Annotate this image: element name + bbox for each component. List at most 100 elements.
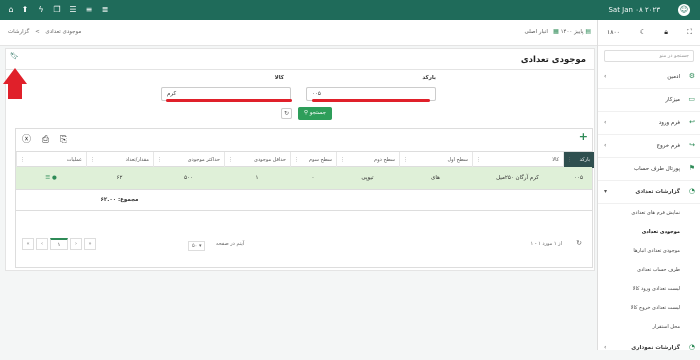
warehouse-icon: ▤: [585, 28, 591, 35]
home-icon[interactable]: ⌂: [6, 5, 16, 15]
filter-icon[interactable]: ≡: [84, 5, 94, 15]
reset-button[interactable]: ↻: [281, 108, 292, 119]
expand-icon[interactable]: ⛶: [687, 28, 692, 37]
copy-icon[interactable]: ❐: [52, 5, 62, 15]
prev-page-button[interactable]: ‹: [36, 238, 48, 250]
chevron-left-icon: ‹: [604, 142, 607, 149]
sidebar-item-label: میزکار: [665, 97, 680, 103]
breadcrumb-bar: موجودی تعدادی > گزارشات پاییز ۱۴۰۰ ▦ انب…: [0, 20, 597, 46]
warehouse-label[interactable]: انبار اصلی: [524, 29, 547, 35]
sidebar-item-label: پورتال طرف حساب: [633, 166, 680, 172]
add-button[interactable]: +: [579, 130, 588, 143]
print-icon[interactable]: ⎘: [60, 135, 67, 145]
pdf-icon[interactable]: ⎙: [42, 135, 49, 145]
sidebar-number: ۱۸۰۰: [607, 29, 620, 36]
cell-min: ۱: [255, 175, 259, 181]
sidebar-subitem[interactable]: لیست تعدادی خروج کالا: [598, 299, 700, 318]
sidebar-subitem[interactable]: طرف حساب تعدادی: [598, 261, 700, 280]
period-label[interactable]: پاییز ۱۴۰۰: [561, 29, 584, 35]
sidebar-subitem-active[interactable]: موجودی تعدادی: [598, 223, 700, 242]
user-avatar-icon[interactable]: ☺: [678, 4, 690, 16]
cell-level3: ۰: [311, 175, 315, 181]
column-header-actions[interactable]: ⋮ عملیات: [16, 152, 86, 168]
column-header-qty[interactable]: ⋮ مقدار/تعداد: [86, 152, 153, 168]
refresh-icon[interactable]: ↻: [576, 239, 582, 247]
gear-icon: ⚙: [688, 72, 695, 80]
first-page-button[interactable]: «: [22, 238, 34, 250]
column-header-max[interactable]: ⋮ حداکثر موجودی: [153, 152, 224, 168]
bolt-icon[interactable]: ϟ: [36, 5, 46, 15]
table-panel: ⓧ ⎙ ⎘ + ⋮ بارکد ⋮ کالا ⋮ سطح اول ⋮ سطح دوم ⋮…: [15, 128, 594, 268]
sidebar-subitem[interactable]: لیست تعدادی ورود کالا: [598, 280, 700, 299]
sidebar-subitem-label: موجودی تعدادی انبارها: [633, 248, 680, 254]
breadcrumb-current[interactable]: موجودی تعدادی: [45, 29, 81, 35]
menu-icon[interactable]: ≣: [100, 5, 110, 15]
sidebar-subitem[interactable]: محل استقرار: [598, 318, 700, 337]
sidebar-item-chart-reports[interactable]: ◔ گزارشات نموداری ‹: [598, 337, 700, 360]
column-menu-icon[interactable]: ⋮: [403, 152, 408, 168]
main-card: 🔖︎ موجودی تعدادی بارکد ۰۰۵ کالا کرم ↻ ⚲ …: [5, 48, 595, 271]
column-menu-icon[interactable]: ⋮: [476, 152, 481, 168]
sidebar-item-desk[interactable]: ▭ میزکار: [598, 89, 700, 112]
column-menu-icon[interactable]: ⋮: [90, 152, 95, 168]
column-menu-icon[interactable]: ⋮: [157, 152, 162, 168]
sidebar-subitem-label: نمایش فرم های تعدادی: [631, 210, 680, 216]
sidebar-item-portal[interactable]: ⚑ پورتال طرف حساب: [598, 158, 700, 181]
table-header: ⋮ بارکد ⋮ کالا ⋮ سطح اول ⋮ سطح دوم ⋮ سطح سوم …: [16, 151, 594, 168]
annotation-underline: [166, 99, 292, 102]
cell-qty: ۶۲: [116, 175, 123, 181]
sidebar-search-input[interactable]: جستجو در منو: [604, 50, 694, 62]
cell-product: کرم آرگان ۲۵۰میل: [496, 175, 539, 181]
column-menu-icon[interactable]: ⋮: [294, 152, 299, 168]
column-header-label: سطح دوم: [374, 157, 395, 163]
page-title: موجودی تعدادی: [520, 55, 586, 65]
upload-icon[interactable]: ⬆: [20, 5, 30, 15]
excel-icon[interactable]: ⓧ: [22, 135, 31, 145]
column-header-barcode[interactable]: ⋮ بارکد: [563, 152, 594, 168]
annotation-arrow-stem: [8, 83, 22, 99]
lock-icon[interactable]: 🔒︎: [664, 28, 668, 37]
breadcrumb-separator: >: [35, 29, 40, 35]
row-menu-icon[interactable]: ☰: [45, 175, 50, 181]
search-button[interactable]: ⚲ جستجو: [298, 107, 332, 120]
sidebar-subitem[interactable]: نمایش فرم های تعدادی: [598, 204, 700, 223]
sidebar-item-exit-form[interactable]: ↪ فرم خروج ‹: [598, 135, 700, 158]
table-row[interactable]: ۰۰۵ کرم آرگان ۲۵۰میل های تیوپی ۰ ۱ ۵۰۰ ۶…: [16, 167, 592, 190]
sidebar-item-admin[interactable]: ⚙ ادمین ‹: [598, 66, 700, 89]
annotation-arrow: [3, 68, 27, 84]
cell-max: ۵۰۰: [184, 175, 193, 181]
chart-icon: ◔: [688, 187, 695, 195]
sidebar-header: ⛶ 🔒︎ ☾ ۱۸۰۰: [598, 20, 700, 46]
sidebar: ⛶ 🔒︎ ☾ ۱۸۰۰ جستجو در منو ⚙ ادمین ‹ ▭ میز…: [597, 20, 700, 351]
sidebar-item-count-reports[interactable]: ◔ گزارشات تعدادی ▾: [598, 181, 700, 204]
column-menu-icon[interactable]: ⋮: [228, 152, 233, 168]
list-icon[interactable]: ☰: [68, 5, 78, 15]
last-page-button[interactable]: »: [84, 238, 96, 250]
column-menu-icon[interactable]: ⋮: [340, 152, 345, 168]
calendar-icon: ▦: [553, 28, 559, 35]
column-menu-icon[interactable]: ⋮: [567, 152, 572, 168]
sidebar-subitem[interactable]: موجودی تعدادی انبارها: [598, 242, 700, 261]
bookmark-icon[interactable]: 🔖︎: [10, 52, 19, 60]
per-page-select[interactable]: ۵۰ ▾: [188, 241, 206, 251]
current-page[interactable]: ۱: [50, 238, 68, 250]
next-page-button[interactable]: ›: [70, 238, 82, 250]
sidebar-subitem-label: لیست تعدادی ورود کالا: [632, 286, 680, 292]
sidebar-item-label: گزارشات تعدادی: [635, 189, 680, 195]
table-toolbar: ⓧ ⎙ ⎘: [22, 132, 75, 145]
column-header-level2[interactable]: ⋮ سطح دوم: [336, 152, 399, 168]
sidebar-subitem-label: طرف حساب تعدادی: [637, 267, 680, 273]
column-header-label: حداقل موجودی: [254, 157, 286, 163]
moon-icon[interactable]: ☾: [640, 28, 646, 36]
column-header-product[interactable]: ⋮ کالا: [472, 152, 563, 168]
sidebar-item-entry-form[interactable]: ↩ فرم ورود ‹: [598, 112, 700, 135]
breadcrumb-root[interactable]: گزارشات: [8, 29, 29, 35]
column-header-level3[interactable]: ⋮ سطح سوم: [290, 152, 336, 168]
pagination: ۱ - ۱ از ۱ مورد ↻ آیتم در صفحه ۵۰ ▾ « ‹ …: [16, 237, 592, 255]
cell-level2: تیوپی: [361, 175, 374, 181]
column-header-level1[interactable]: ⋮ سطح اول: [399, 152, 472, 168]
column-menu-icon[interactable]: ⋮: [20, 152, 25, 168]
portal-icon: ⚑: [688, 164, 695, 172]
column-header-min[interactable]: ⋮ حداقل موجودی: [224, 152, 290, 168]
search-button-label: جستجو: [309, 110, 327, 116]
